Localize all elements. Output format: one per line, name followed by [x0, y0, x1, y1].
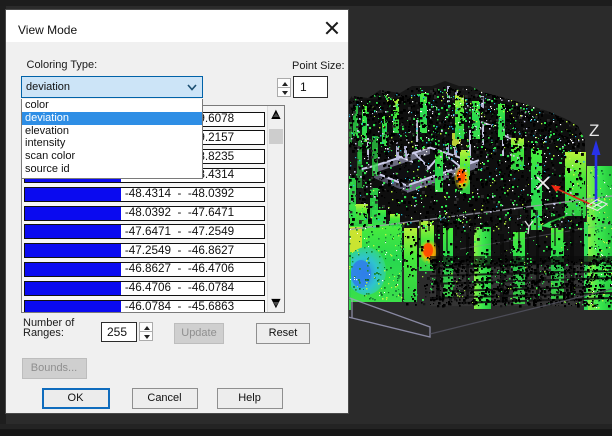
- svg-text:Z: Z: [589, 121, 599, 140]
